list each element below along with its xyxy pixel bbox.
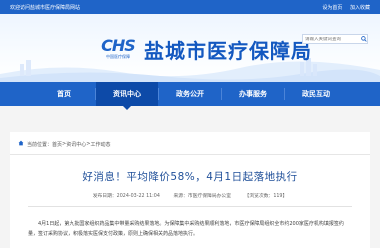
breadcrumb-prefix: 当前位置：	[27, 141, 53, 148]
logo-mark-text: CHS	[101, 36, 136, 55]
site-title: 盐城市医疗保障局	[144, 38, 312, 63]
nav-item-services[interactable]: 办事服务	[222, 82, 284, 106]
chs-logo-icon: CHS 中国医疗保障	[98, 34, 138, 64]
site-logo[interactable]: CHS 中国医疗保障 盐城市医疗保障局	[98, 34, 312, 64]
search-icon[interactable]	[361, 35, 367, 43]
search-input[interactable]	[303, 36, 361, 42]
welcome-text: 欢迎访问盐城市医疗保障局网站	[10, 4, 81, 11]
main-nav: 首页 资讯中心 政务公开 办事服务 政民互动	[0, 82, 380, 110]
article-meta: 发布日期：2024-03-22 11:04 来源：市医疗保障局办公室 【浏览次数…	[28, 192, 352, 207]
article-source: 来源：市医疗保障局办公室	[173, 194, 232, 199]
view-count: 【浏览次数：119】	[244, 194, 288, 199]
add-favorite-link[interactable]: 加入收藏	[350, 5, 370, 11]
article-container: 当前位置： 首页 > 资讯中心 > 工作动态 好消息！平均降价58%，4月1日起…	[10, 132, 370, 248]
article-title: 好消息！平均降价58%，4月1日起落地执行	[82, 171, 298, 183]
header-banner: CHS 中国医疗保障 盐城市医疗保障局	[0, 14, 380, 82]
top-links: 设为首页 加入收藏	[316, 4, 370, 11]
logo-mark-subtext: 中国医疗保障	[106, 54, 130, 59]
breadcrumb-home[interactable]: 首页	[52, 141, 62, 148]
breadcrumb: 当前位置： 首页 > 资讯中心 > 工作动态	[10, 132, 370, 155]
breadcrumb-news[interactable]: 资讯中心	[66, 141, 86, 148]
breadcrumb-work-news[interactable]: 工作动态	[90, 141, 110, 148]
top-bar: 欢迎访问盐城市医疗保障局网站 设为首页 加入收藏	[0, 0, 380, 14]
nav-item-home[interactable]: 首页	[33, 82, 95, 106]
article-paragraph: 4月1日起，第九批国家组织药品集中带量采购结果落地。为保障集中采购结果顺利落地，…	[28, 221, 344, 237]
location-icon	[18, 140, 24, 148]
publish-time: 发布日期：2024-03-22 11:04	[92, 194, 160, 199]
nav-item-gov-affairs[interactable]: 政务公开	[159, 82, 221, 106]
search-box	[302, 34, 368, 44]
nav-item-news[interactable]: 资讯中心	[96, 82, 158, 110]
set-homepage-link[interactable]: 设为首页	[322, 5, 342, 11]
nav-item-interaction[interactable]: 政民互动	[285, 82, 347, 106]
